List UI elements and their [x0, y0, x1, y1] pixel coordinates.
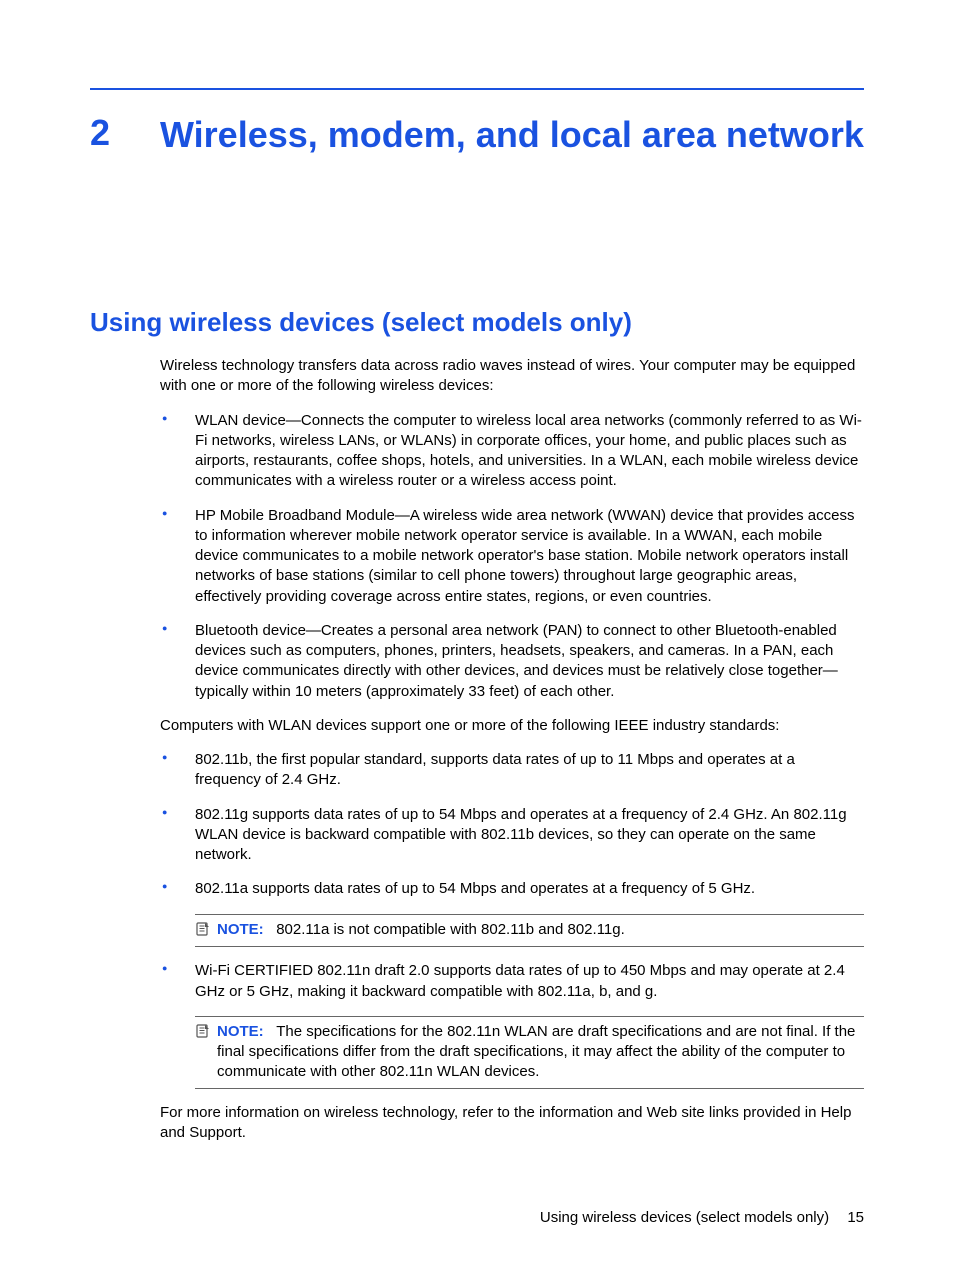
list-item: Wi-Fi CERTIFIED 802.11n draft 2.0 suppor…	[160, 961, 864, 1002]
note-block: NOTE: The specifications for the 802.11n…	[195, 1016, 864, 1089]
note-icon	[195, 920, 217, 942]
list-item: WLAN device—Connects the computer to wir…	[160, 411, 864, 492]
section-heading: Using wireless devices (select models on…	[90, 307, 864, 338]
device-list: WLAN device—Connects the computer to wir…	[160, 411, 864, 702]
note-block: NOTE: 802.11a is not compatible with 802…	[195, 914, 864, 948]
note-body: 802.11a is not compatible with 802.11b a…	[276, 921, 625, 938]
note-text: NOTE: The specifications for the 802.11n…	[217, 1022, 864, 1083]
note-label: NOTE:	[217, 1023, 264, 1040]
chapter-number: 2	[90, 112, 160, 154]
standards-list-b: Wi-Fi CERTIFIED 802.11n draft 2.0 suppor…	[160, 961, 864, 1002]
list-item: Bluetooth device—Creates a personal area…	[160, 621, 864, 702]
list-item: 802.11g supports data rates of up to 54 …	[160, 805, 864, 866]
page-footer: Using wireless devices (select models on…	[540, 1209, 864, 1226]
chapter-heading: 2 Wireless, modem, and local area networ…	[90, 112, 864, 157]
footer-section-title: Using wireless devices (select models on…	[540, 1209, 829, 1226]
standards-list-a: 802.11b, the first popular standard, sup…	[160, 750, 864, 900]
note-label: NOTE:	[217, 921, 264, 938]
note-body: The specifications for the 802.11n WLAN …	[217, 1023, 855, 1081]
list-item: 802.11a supports data rates of up to 54 …	[160, 879, 864, 899]
standards-intro: Computers with WLAN devices support one …	[160, 716, 864, 736]
note-text: NOTE: 802.11a is not compatible with 802…	[217, 920, 864, 940]
list-item: HP Mobile Broadband Module—A wireless wi…	[160, 506, 864, 607]
note-icon	[195, 1022, 217, 1044]
list-item: 802.11b, the first popular standard, sup…	[160, 750, 864, 791]
intro-paragraph: Wireless technology transfers data acros…	[160, 356, 864, 397]
closing-paragraph: For more information on wireless technol…	[160, 1103, 864, 1144]
chapter-title: Wireless, modem, and local area network	[160, 112, 864, 157]
top-rule	[90, 88, 864, 90]
page-number: 15	[847, 1209, 864, 1226]
